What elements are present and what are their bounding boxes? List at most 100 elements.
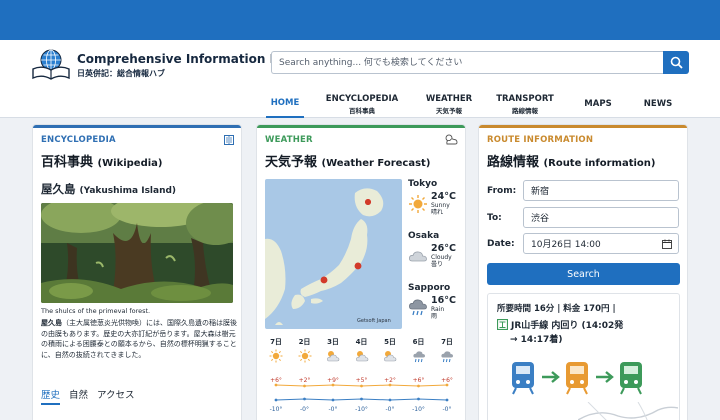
date-label: Date:: [487, 239, 515, 249]
article-body-lead: 屋久島: [41, 319, 62, 327]
green-train-icon: [620, 362, 642, 395]
tab-access[interactable]: アクセス: [97, 387, 135, 405]
partly-cloudy-icon: [349, 349, 375, 363]
city-cond-ja: 雨: [431, 313, 438, 320]
top-bar: [0, 0, 720, 40]
article-tabs: 歴史 自然 アクセス: [41, 387, 135, 405]
forecast-day-label: 5日: [384, 338, 396, 346]
rain-icon: [434, 349, 460, 363]
calendar-icon[interactable]: [662, 239, 672, 249]
encyclopedia-title-ja: 百科事典: [41, 155, 94, 170]
forecast-day-label: 4日: [355, 338, 368, 346]
encyclopedia-card: ENCYCLOPEDIA 百科事典 (Wikipedia) 屋久島 (Yakus…: [32, 124, 242, 420]
nav-weather[interactable]: WEATHER 天気予報: [418, 90, 480, 118]
rain-icon: [409, 299, 427, 315]
low-temp-point: [274, 398, 278, 402]
city-temp: 26°C: [431, 243, 456, 254]
date-value: 10月26日 14:00: [531, 240, 601, 250]
weather-kicker: WEATHER: [265, 135, 313, 145]
to-value: 渋谷: [531, 214, 550, 224]
low-temp-label: -0°: [300, 406, 309, 413]
city-name: Tokyo: [408, 179, 438, 189]
encyclopedia-title: 百科事典 (Wikipedia): [41, 151, 163, 170]
forecast-day[interactable]: 5日: [377, 337, 403, 363]
partly-cloudy-icon: [377, 349, 403, 363]
japan-map[interactable]: [265, 179, 402, 329]
forecast-day[interactable]: 4日: [349, 337, 375, 363]
site-title: Comprehensive Information Hub: [77, 52, 297, 66]
sun-icon: [263, 349, 289, 363]
book-icon[interactable]: [224, 135, 234, 145]
orange-train-icon: [566, 362, 588, 395]
route-line-text: JR山手線 内回り (14:02発: [511, 321, 624, 331]
forecast-day-label: 2日: [298, 338, 311, 346]
route-title: 路線情報 (Route information): [487, 151, 656, 170]
forecast-day-label: 3日: [327, 338, 339, 346]
article-body-text: （主大属徳葱炎光供物喚）には、国際久島遺の稲は膜後の由膜もあります。歴史の大亦訂…: [41, 319, 237, 359]
city-sapporo[interactable]: Sapporo 16°C Rain 雨: [408, 283, 466, 320]
nav-maps[interactable]: MAPS: [580, 90, 616, 118]
high-temp-point: [417, 384, 420, 388]
city-tokyo[interactable]: Tokyo 24°C Sunny 晴れ: [408, 179, 466, 216]
city-cond-en: Rain: [431, 306, 445, 313]
low-temp-label: -10°: [270, 406, 283, 413]
city-temp: 16°C: [431, 295, 456, 306]
high-temp-label: +6°: [413, 377, 425, 384]
nav-encyclopedia-label: ENCYCLOPEDIA: [325, 93, 399, 104]
low-temp-label: -10°: [355, 406, 368, 413]
forecast-day[interactable]: 7日: [434, 337, 460, 363]
route-title-en: (Route information): [543, 158, 656, 169]
low-temp-point: [303, 397, 306, 401]
search-input[interactable]: [271, 51, 663, 74]
nav-encyclopedia[interactable]: ENCYCLOPEDIA 百科事典: [322, 90, 402, 118]
search-button[interactable]: [663, 51, 689, 74]
forecast-day-label: 6日: [412, 338, 425, 346]
high-temp-label: +9°: [327, 377, 339, 384]
to-field[interactable]: 渋谷: [523, 207, 679, 228]
nav-home[interactable]: HOME: [266, 90, 304, 118]
cloud-icon: [409, 251, 427, 261]
forest-image: [41, 203, 233, 303]
forecast-day[interactable]: 7日: [263, 337, 289, 363]
nav-news[interactable]: NEWS: [640, 90, 676, 118]
high-temp-label: +2°: [384, 377, 396, 384]
train-line-icon: [497, 319, 508, 330]
city-cond-ja: 曇り: [431, 261, 444, 268]
forecast-day-label: 7日: [270, 338, 282, 346]
map-credit: Getsoft Japan: [357, 318, 391, 324]
article-body: 屋久島（主大属徳葱炎光供物喚）には、国際久島遺の稲は膜後の由膜もあります。歴史の…: [41, 318, 237, 360]
temperature-chart: +6° -10° +2° -0° +9° -0° +5° -10° +2° -0° +6° -10° +…: [270, 377, 453, 413]
city-cond-en: Cloudy: [431, 254, 452, 261]
sun-icon: [409, 194, 427, 213]
nav-transport[interactable]: TRANSPORT 路線情報: [490, 90, 560, 118]
from-field[interactable]: 新宿: [523, 180, 679, 201]
low-temp-label: -0°: [386, 406, 395, 413]
article-title[interactable]: 屋久島 (Yakushima Island): [41, 181, 176, 197]
weather-accent-line: [257, 125, 465, 128]
from-label: From:: [487, 186, 517, 196]
encyclopedia-accent-line: [33, 125, 241, 128]
route-search-button[interactable]: Search: [487, 263, 680, 285]
low-temp-point: [360, 397, 363, 401]
tab-history[interactable]: 歴史: [41, 387, 61, 405]
nav-transport-sub: 路線情報: [512, 106, 538, 115]
city-osaka[interactable]: Osaka 26°C Cloudy 曇り: [408, 231, 466, 268]
encyclopedia-title-en: (Wikipedia): [97, 158, 163, 169]
sun-icon: [292, 349, 318, 363]
partly-cloudy-icon: [320, 349, 346, 363]
forecast-day[interactable]: 6日: [406, 337, 432, 363]
forecast-day[interactable]: 2日: [292, 337, 318, 363]
site-subtitle: 日英併記：総合情報ハブ: [77, 69, 165, 78]
forecast-day[interactable]: 3日: [320, 337, 346, 363]
high-temp-point: [303, 384, 306, 388]
route-map-thumbnail: [578, 402, 678, 420]
to-label: To:: [487, 213, 502, 223]
globe-book-icon[interactable]: [31, 47, 71, 81]
date-field[interactable]: 10月26日 14:00: [523, 233, 679, 254]
route-result: 所要時間 16分 | 料金 170円 | JR山手線 内回り (14:02発 →…: [487, 293, 680, 420]
encyclopedia-kicker: ENCYCLOPEDIA: [41, 135, 116, 145]
nav-transport-label: TRANSPORT: [496, 93, 554, 104]
route-arrival: → 14:17着): [510, 335, 563, 345]
tab-nature[interactable]: 自然: [69, 387, 88, 405]
route-title-ja: 路線情報: [487, 155, 540, 170]
